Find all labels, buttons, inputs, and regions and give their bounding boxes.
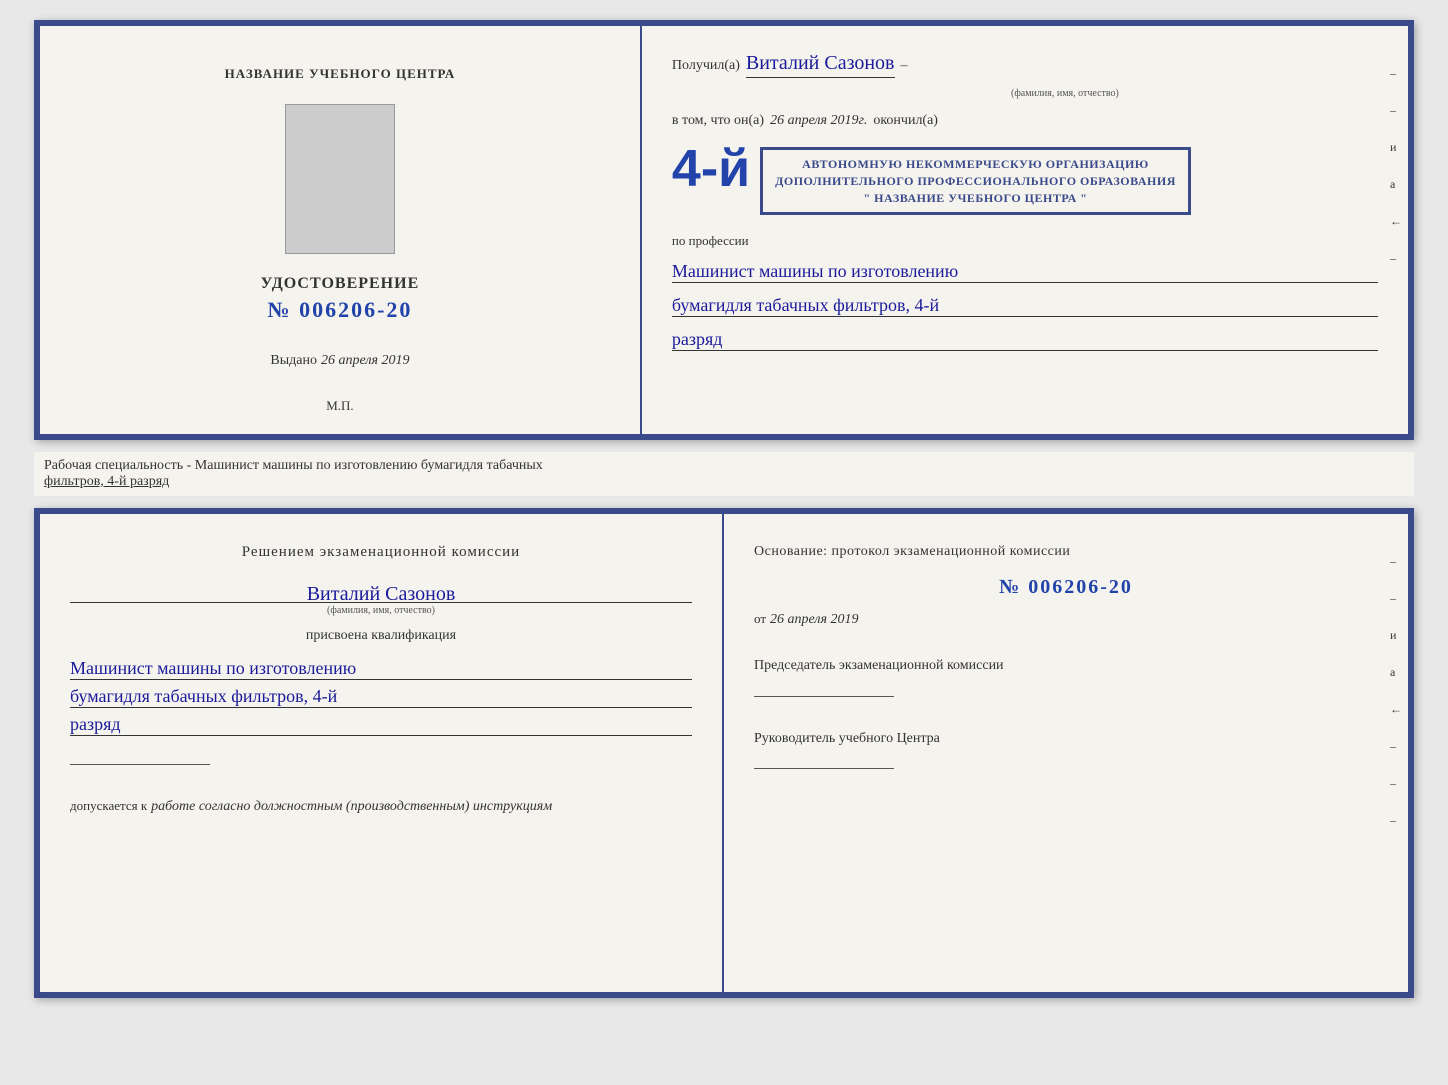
recipient-note: (фамилия, имя, отчество) [752, 88, 1378, 99]
stamp-block: АВТОНОМНУЮ НЕКОММЕРЧЕСКУЮ ОРГАНИЗАЦИЮ ДО… [760, 147, 1191, 215]
qualification-document: Решением экзаменационной комиссии Витали… [34, 508, 1414, 998]
cert-label: УДОСТОВЕРЕНИЕ [261, 275, 420, 293]
bmark-1: – [1390, 554, 1402, 569]
from-label: от [754, 611, 766, 627]
issued-label: Выдано [270, 353, 317, 369]
profession-line2: бумагидля табачных фильтров, 4-й [672, 295, 1378, 317]
caption-area: Рабочая специальность - Машинист машины … [34, 452, 1414, 496]
bmark-7: – [1390, 776, 1402, 791]
mark-2: – [1390, 103, 1402, 118]
mark-4: а [1390, 177, 1402, 192]
director-block: Руководитель учебного Центра [754, 729, 1378, 774]
caption-text: Рабочая специальность - Машинист машины … [44, 458, 1404, 490]
bottom-prof-line1: Машинист машины по изготовлению [70, 658, 692, 680]
admission-label: допускается к [70, 798, 147, 813]
from-date-value: 26 апреля 2019 [770, 612, 858, 628]
right-edge-marks: – – и а ← – [1390, 66, 1402, 266]
org-line2: ДОПОЛНИТЕЛЬНОГО ПРОФЕССИОНАЛЬНОГО ОБРАЗО… [775, 173, 1176, 190]
mark-1: – [1390, 66, 1402, 81]
cert-left-panel: НАЗВАНИЕ УЧЕБНОГО ЦЕНТРА УДОСТОВЕРЕНИЕ №… [40, 26, 642, 434]
chairman-block: Председатель экзаменационной комиссии [754, 656, 1378, 701]
recipient-name: Виталий Сазонов [746, 52, 895, 78]
cert-number-right: № 006206-20 [754, 576, 1378, 599]
big-number: 4-й [672, 143, 750, 195]
chairman-title: Председатель экзаменационной комиссии [754, 656, 1378, 676]
bmark-8: – [1390, 813, 1402, 828]
bottom-prof-line2: бумагидля табачных фильтров, 4-й [70, 686, 692, 708]
bmark-2: – [1390, 591, 1402, 606]
recipient-line: Получил(а) Виталий Сазонов – [672, 52, 1378, 78]
bottom-right-edge-marks: – – и а ← – – – [1390, 554, 1402, 828]
completed-date: 26 апреля 2019г. [770, 113, 867, 129]
profession-line3: разряд [672, 329, 1378, 351]
photo-placeholder [285, 104, 395, 254]
bmark-3: и [1390, 628, 1402, 643]
profession-line1: Машинист машины по изготовлению [672, 261, 1378, 283]
commission-title: Решением экзаменационной комиссии [70, 544, 692, 561]
basis-label: Основание: протокол экзаменационной коми… [754, 544, 1378, 560]
from-date-line: от 26 апреля 2019 [754, 611, 1378, 628]
mark-3: и [1390, 140, 1402, 155]
caption-underlined: фильтров, 4-й разряд [44, 474, 169, 489]
in-fact-label: в том, что он(а) [672, 113, 764, 129]
signature-line-1 [70, 764, 210, 765]
mark-6: – [1390, 251, 1402, 266]
certificate-document: НАЗВАНИЕ УЧЕБНОГО ЦЕНТРА УДОСТОВЕРЕНИЕ №… [34, 20, 1414, 440]
admission-block: допускается к работе согласно должностны… [70, 797, 692, 815]
caption-main: Рабочая специальность - Машинист машины … [44, 458, 543, 473]
cert-number: № 006206-20 [261, 297, 420, 323]
bmark-5: ← [1390, 702, 1402, 717]
bottom-left-panel: Решением экзаменационной комиссии Витали… [40, 514, 724, 992]
cert-title-block: УДОСТОВЕРЕНИЕ № 006206-20 [261, 275, 420, 323]
bottom-prof-line3: разряд [70, 714, 692, 736]
chairman-signature-line [754, 696, 894, 697]
bmark-4: а [1390, 665, 1402, 680]
bmark-6: – [1390, 739, 1402, 754]
director-signature-line [754, 768, 894, 769]
org-line3: " НАЗВАНИЕ УЧЕБНОГО ЦЕНТРА " [775, 190, 1176, 207]
mp-label: М.П. [326, 398, 353, 414]
admission-value: работе согласно должностным (производств… [151, 799, 552, 814]
date-line: в том, что он(а) 26 апреля 2019г. окончи… [672, 113, 1378, 129]
issued-date: 26 апреля 2019 [321, 353, 409, 369]
commission-person-note: (фамилия, имя, отчество) [70, 602, 692, 616]
assigned-label: присвоена квалификация [70, 628, 692, 644]
cert-issued-line: Выдано 26 апреля 2019 [270, 345, 409, 369]
mark-5: ← [1390, 214, 1402, 229]
completed-label: окончил(а) [873, 113, 938, 129]
org-line1: АВТОНОМНУЮ НЕКОММЕРЧЕСКУЮ ОРГАНИЗАЦИЮ [775, 156, 1176, 173]
profession-label: по профессии [672, 233, 1378, 249]
received-label: Получил(а) [672, 58, 740, 74]
director-title: Руководитель учебного Центра [754, 729, 1378, 749]
profession-lines: Машинист машины по изготовлению бумагидл… [70, 656, 692, 736]
cert-right-panel: Получил(а) Виталий Сазонов – (фамилия, и… [642, 26, 1408, 434]
bottom-right-panel: Основание: протокол экзаменационной коми… [724, 514, 1408, 992]
center-title: НАЗВАНИЕ УЧЕБНОГО ЦЕНТРА [225, 66, 456, 82]
